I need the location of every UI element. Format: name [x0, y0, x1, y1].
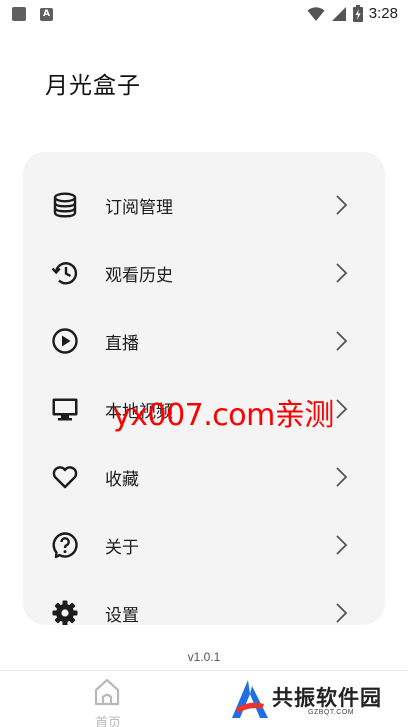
version-label: v1.0.1 [187, 650, 221, 664]
menu-item-label: 订阅管理 [105, 198, 173, 218]
menu-item-label: 关于 [105, 538, 139, 558]
chevron-right-icon [336, 263, 348, 283]
chevron-right-icon [336, 331, 348, 351]
nav-home-label: 首页 [94, 716, 121, 727]
chevron-right-icon [336, 195, 348, 215]
gear-icon [52, 600, 78, 625]
menu-item-history[interactable]: 观看历史 [23, 244, 385, 300]
status-bar: A 3:28 [0, 0, 408, 30]
help-icon [52, 532, 78, 559]
play-circle-icon [52, 328, 78, 354]
brand-watermark: 共振软件园 GZBQT.COM [230, 676, 390, 724]
database-icon [53, 192, 77, 218]
chevron-right-icon [336, 467, 348, 487]
battery-charging-icon [352, 5, 363, 22]
menu-item-label: 观看历史 [105, 266, 173, 286]
menu-item-label: 收藏 [105, 470, 139, 490]
watermark-text: yx007.com亲测 [113, 398, 334, 433]
menu-item-label: 直播 [105, 334, 139, 354]
menu-item-live[interactable]: 直播 [23, 312, 385, 368]
chevron-right-icon [336, 535, 348, 555]
menu-item-settings[interactable]: 设置 [23, 584, 385, 625]
wifi-icon [307, 6, 325, 21]
page-title: 月光盒子 [45, 73, 141, 99]
brand-name: 共振软件园 [272, 686, 382, 710]
brand-url: GZBQT.COM [308, 709, 355, 716]
history-icon [51, 262, 78, 285]
signal-icon [331, 6, 346, 21]
monitor-icon [52, 398, 78, 421]
nav-home-tab[interactable]: 首页 [82, 677, 134, 727]
home-icon [94, 678, 120, 706]
status-bar-left: A [12, 7, 53, 21]
a-notification-icon: A [40, 7, 53, 21]
status-bar-right: 3:28 [307, 5, 398, 22]
menu-item-favorites[interactable]: 收藏 [23, 448, 385, 504]
chevron-right-icon [336, 603, 348, 623]
menu-card: 订阅管理 观看历史 直播 本地视频 收藏 关于 设置 [23, 152, 385, 625]
heart-icon [52, 466, 78, 489]
menu-item-subscriptions[interactable]: 订阅管理 [23, 176, 385, 232]
brand-logo-icon [232, 680, 268, 718]
chevron-right-icon [336, 399, 348, 419]
menu-item-about[interactable]: 关于 [23, 516, 385, 572]
status-time: 3:28 [368, 5, 398, 22]
menu-item-label: 设置 [105, 606, 139, 625]
square-notification-icon [12, 7, 26, 21]
